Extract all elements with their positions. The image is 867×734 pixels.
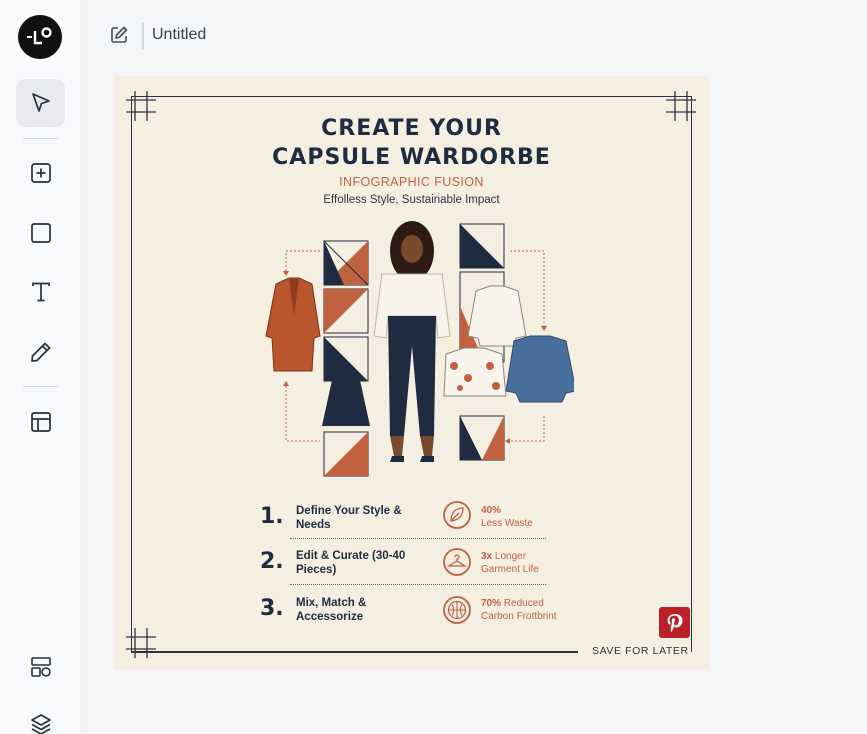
- canvas-poster[interactable]: CREATE YOUR CAPSULE WARDORBE INFOGRAPHIC…: [114, 76, 709, 670]
- square-icon: [30, 223, 51, 243]
- poster-subtitle: INFOGRAPHIC FUSION: [339, 175, 484, 189]
- shapes-grid-icon: [30, 657, 51, 677]
- layers-tool[interactable]: [16, 700, 65, 734]
- step-text: Define Your Style & Needs: [296, 505, 402, 531]
- text-icon: [31, 282, 50, 302]
- floral-jacket-illustration: [443, 347, 507, 397]
- templates-tool[interactable]: [16, 643, 65, 691]
- wardrobe-illustration: [265, 221, 574, 477]
- step-number: 2.: [260, 549, 284, 574]
- stat-waste: 40% Less Waste: [481, 504, 533, 530]
- rail-divider: [23, 138, 58, 139]
- hanger-icon: [443, 548, 471, 576]
- poster-title-line2: CAPSULE WARDORBE: [272, 145, 551, 170]
- stat-value: 3x: [481, 551, 493, 562]
- stat-garment-life: 3x Longer Garment Life: [481, 550, 539, 576]
- select-tool[interactable]: [16, 79, 65, 127]
- blazer-illustration: [265, 277, 321, 372]
- poster-tagline: Effolless Style, Sustainable Impact: [323, 194, 500, 206]
- pinterest-button[interactable]: [659, 607, 690, 638]
- step-number: 3.: [260, 596, 284, 621]
- model-illustration: [373, 221, 451, 462]
- step-divider: [290, 584, 546, 585]
- rail-divider: [23, 386, 58, 387]
- stat-label: Carbon Frottbrint: [481, 611, 557, 622]
- step-text: Edit & Curate (30-40 Pieces): [296, 550, 406, 576]
- edit-title-icon[interactable]: [108, 24, 130, 46]
- pencil-icon: [30, 342, 50, 362]
- pinterest-icon: [667, 613, 682, 632]
- cursor-icon: [31, 93, 50, 112]
- stat-value: 70%: [481, 598, 502, 609]
- app-logo[interactable]: [18, 15, 62, 59]
- text-tool[interactable]: [16, 268, 65, 316]
- layout-icon: [30, 412, 51, 432]
- step-divider: [290, 538, 546, 539]
- pen-tool[interactable]: [16, 328, 65, 376]
- poster-frame-bottom: [131, 651, 578, 653]
- stat-value: 40%: [481, 505, 502, 516]
- save-for-later-label: SAVE FOR LATER: [592, 645, 689, 657]
- step-text: Mix, Match & Accessorize: [296, 597, 367, 623]
- top-bar: Untitled: [82, 0, 867, 72]
- document-title[interactable]: Untitled: [152, 26, 206, 44]
- layout-tool[interactable]: [16, 398, 65, 446]
- sweater-illustration: [467, 285, 527, 347]
- globe-icon: [443, 596, 471, 624]
- logo-icon: [27, 27, 52, 45]
- title-separator: [142, 23, 144, 49]
- crosshair-corner-icon: [126, 628, 156, 658]
- stat-label-inline: Reduced: [503, 598, 544, 609]
- plus-square-icon: [30, 163, 51, 183]
- stat-label-inline: Longer: [494, 551, 527, 562]
- denim-jacket-illustration: [505, 335, 574, 403]
- stat-carbon: 70% Reduced Carbon Frottbrint: [481, 597, 557, 623]
- step-number: 1.: [260, 504, 284, 529]
- stat-label: Garment Life: [481, 564, 539, 575]
- stat-label: Less Waste: [481, 518, 533, 529]
- add-frame-tool[interactable]: [16, 149, 65, 197]
- poster-title-line1: CREATE YOUR: [321, 116, 502, 141]
- left-tiles: [323, 240, 369, 477]
- rectangle-tool[interactable]: [16, 209, 65, 257]
- layers-icon: [30, 714, 51, 734]
- leaf-icon: [443, 501, 471, 529]
- tool-rail: [0, 0, 82, 734]
